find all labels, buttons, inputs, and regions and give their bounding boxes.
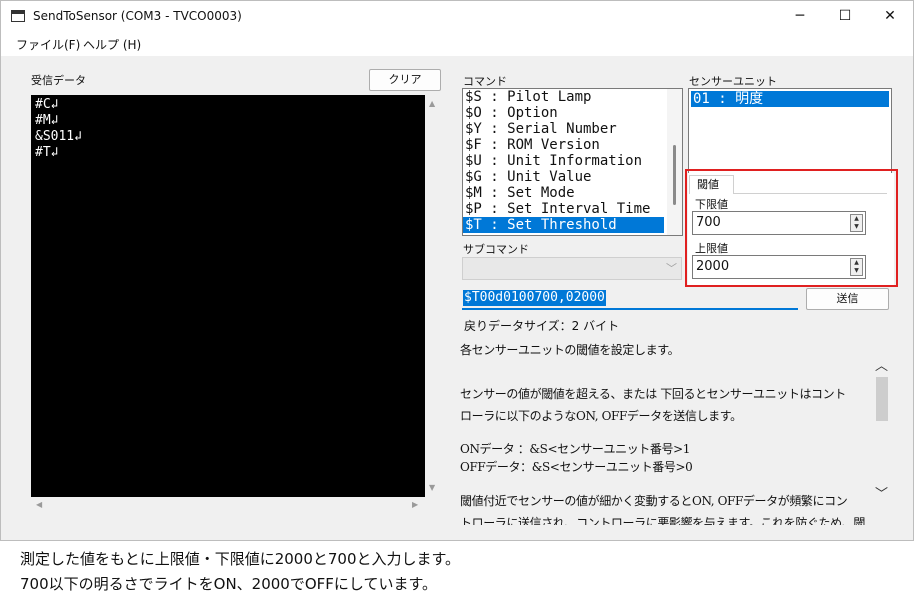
command-item-selected[interactable]: $T : Set Threshold — [463, 217, 664, 233]
command-item[interactable]: $G : Unit Value — [463, 169, 682, 185]
description-line: ONデータ ：&S<センサーユニット番号>1 — [460, 442, 691, 456]
receive-line: #M↲ — [35, 113, 59, 128]
menu-bar: ファイル(F) ヘルプ (H) — [1, 32, 913, 56]
clear-button[interactable]: クリア — [369, 69, 441, 91]
scroll-right-arrow-icon[interactable]: ▶ — [412, 500, 418, 510]
sensor-unit-label: センサーユニット — [689, 75, 777, 88]
sub-command-combobox[interactable]: ﹀ — [462, 257, 682, 280]
receive-vertical-scrollbar[interactable]: ▲ ▼ — [425, 95, 441, 497]
sensor-unit-item[interactable]: 01 : 明度 — [691, 91, 889, 107]
description-line: ローラに以下のようなON, OFFデータを送信します。 — [460, 409, 742, 423]
receive-line: #T↲ — [35, 145, 59, 160]
scroll-up-arrow-icon[interactable]: ▲ — [429, 99, 435, 109]
description-line: 各センサーユニットの閾値を設定します。 — [460, 343, 680, 357]
window-title: SendToSensor (COM3 - TVCO0003) — [33, 9, 242, 23]
command-item[interactable]: $M : Set Mode — [463, 185, 682, 201]
receive-line: &S011↲ — [35, 129, 82, 144]
command-scrollbar[interactable] — [667, 89, 682, 235]
scroll-left-arrow-icon[interactable]: ◀ — [36, 500, 42, 510]
command-item[interactable]: $P : Set Interval Time — [463, 201, 682, 217]
close-button[interactable]: ✕ — [867, 1, 913, 32]
description-line: 閾値付近でセンサーの値が細かく変動するとON, OFFデータが頻繁にコン — [460, 494, 848, 508]
send-button[interactable]: 送信 — [806, 288, 889, 310]
maximize-button[interactable]: ☐ — [822, 1, 868, 32]
menu-file[interactable]: ファイル(F) — [16, 36, 80, 53]
description-text: 各センサーユニットの閾値を設定します。 センサーの値が閾値を超える、または 下回… — [460, 339, 870, 525]
title-bar: SendToSensor (COM3 - TVCO0003) ─ ☐ ✕ — [1, 1, 913, 32]
caption-line: 測定した値をもとに上限値・下限値に2000と700と入力します。 — [20, 550, 461, 568]
chevron-down-icon[interactable]: ﹀ — [666, 260, 677, 276]
scroll-down-arrow-icon[interactable]: ▼ — [429, 483, 435, 493]
command-item[interactable]: $O : Option — [463, 105, 682, 121]
caption-line: 700以下の明るさでライトをON、2000でOFFにしています。 — [20, 575, 437, 593]
command-item[interactable]: $F : ROM Version — [463, 137, 682, 153]
scrollbar-corner — [425, 497, 441, 513]
command-string-input[interactable]: $T00d0100700,02000 — [462, 288, 798, 310]
command-item[interactable]: $Y : Serial Number — [463, 121, 682, 137]
description-line: トローラに送信され、コントローラに悪影響を与えます。これを防ぐため、閾 — [460, 516, 865, 525]
chevron-down-icon[interactable]: ﹀ — [875, 483, 888, 502]
command-item[interactable]: $S : Pilot Lamp — [463, 89, 682, 105]
app-window: SendToSensor (COM3 - TVCO0003) ─ ☐ ✕ ファイ… — [0, 0, 914, 541]
command-listbox[interactable]: $S : Pilot Lamp $O : Option $Y : Serial … — [462, 88, 683, 236]
command-string-text[interactable]: $T00d0100700,02000 — [463, 290, 606, 306]
description-scrollbar-thumb[interactable] — [876, 377, 888, 421]
return-size-text: 戻りデータサイズ：2 バイト — [464, 319, 620, 333]
description-line: センサーの値が閾値を超える、または 下回るとセンサーユニットはコント — [460, 387, 846, 401]
command-label: コマンド — [463, 75, 507, 88]
description-scrollbar[interactable]: ︿ ﹀ — [871, 351, 893, 511]
receive-data-label: 受信データ — [31, 74, 86, 87]
receive-data-textarea[interactable]: #C↲ #M↲ &S011↲ #T↲ — [31, 95, 425, 497]
description-line: OFFデータ：&S<センサーユニット番号>0 — [460, 460, 693, 474]
minimize-button[interactable]: ─ — [777, 1, 823, 32]
command-scrollbar-thumb[interactable] — [673, 145, 676, 205]
receive-line: #C↲ — [35, 97, 59, 112]
command-item[interactable]: $U : Unit Information — [463, 153, 682, 169]
app-icon — [11, 10, 25, 22]
menu-help[interactable]: ヘルプ (H) — [83, 36, 141, 53]
receive-horizontal-scrollbar[interactable]: ◀ ▶ — [31, 497, 425, 513]
highlight-frame — [685, 169, 898, 287]
chevron-up-icon[interactable]: ︿ — [875, 355, 888, 374]
sensor-unit-listbox[interactable]: 01 : 明度 — [688, 88, 892, 178]
sub-command-label: サブコマンド — [463, 243, 529, 256]
